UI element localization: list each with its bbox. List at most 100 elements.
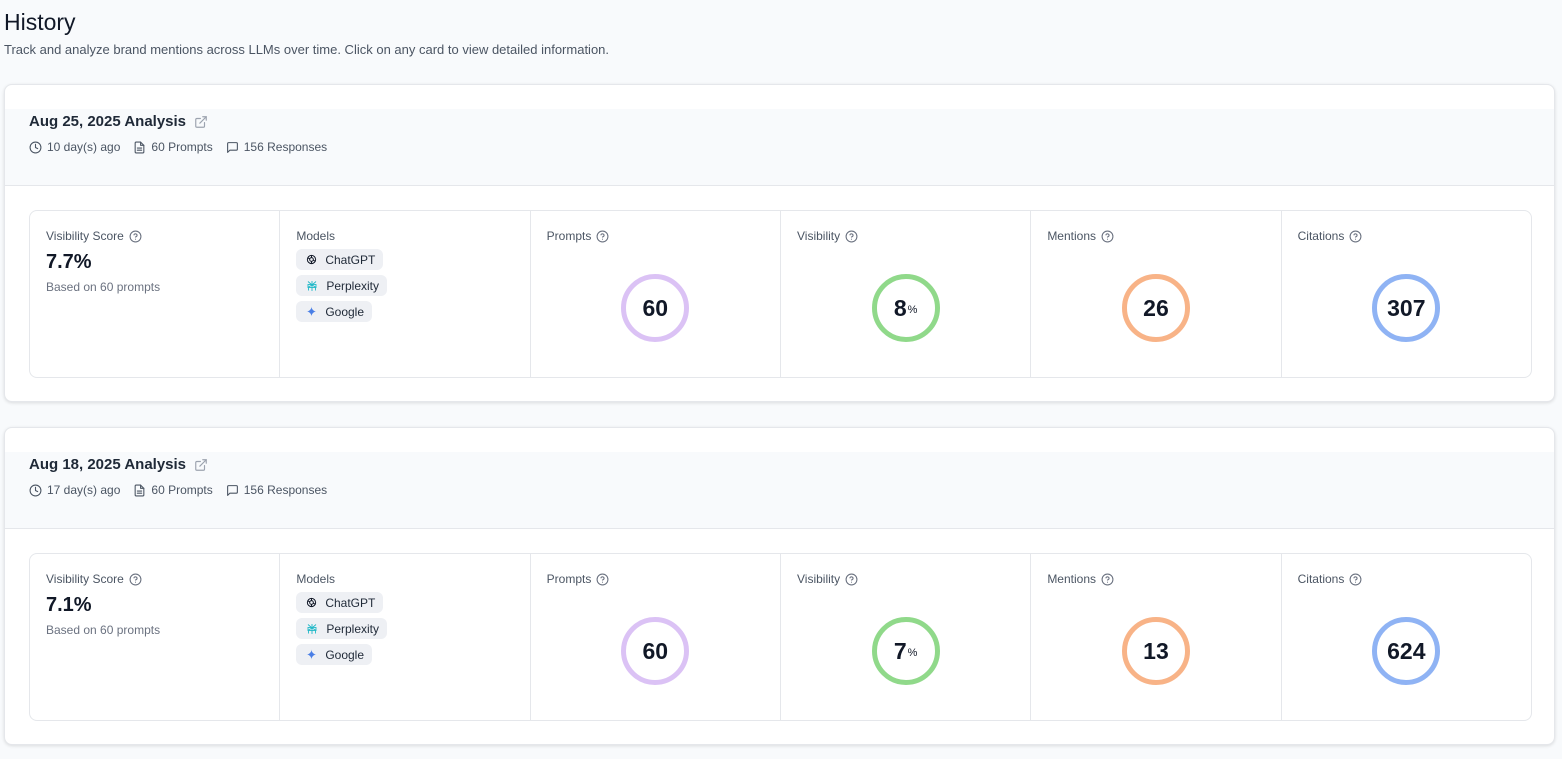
responses-meta-text: 156 Responses [243, 483, 328, 497]
citations-ring: 624 [1372, 617, 1441, 685]
visibility-label: Visibility [796, 572, 841, 586]
mentions-ring: 26 [1121, 274, 1190, 342]
visibility-cell: Visibility 8% [781, 211, 1032, 377]
citations-label: Citations [1297, 229, 1345, 243]
responses-meta: 156 Responses [226, 483, 327, 497]
model-chip-perplexity: Perplexity [296, 618, 388, 639]
citations-value: 307 [1387, 294, 1426, 321]
mentions-label: Mentions [1047, 229, 1097, 243]
perplexity-icon [307, 280, 317, 291]
help-icon[interactable] [596, 573, 609, 586]
prompts-meta: 60 Prompts [133, 140, 213, 154]
age-text: 17 day(s) ago [47, 483, 121, 497]
clock-icon [29, 484, 42, 496]
page-title: History [4, 9, 76, 35]
models-list: ChatGPT Perplexity Google [296, 592, 388, 670]
prompts-cell: Prompts 60 [531, 554, 781, 720]
mentions-label: Mentions [1047, 572, 1097, 586]
card-meta: 10 day(s) ago 60 Prompts 156 Responses [29, 140, 340, 154]
help-icon[interactable] [1101, 573, 1114, 586]
models-cell: Models ChatGPT Perplexity Google [280, 554, 531, 720]
clock-icon [29, 141, 42, 153]
help-icon[interactable] [596, 230, 609, 243]
prompts-meta-text: 60 Prompts [151, 483, 213, 497]
card-meta: 17 day(s) ago 60 Prompts 156 Responses [29, 483, 340, 497]
model-name: Google [325, 304, 365, 319]
citations-cell: Citations 624 [1282, 554, 1531, 720]
models-label: Models [296, 229, 336, 243]
mentions-ring: 13 [1121, 617, 1190, 685]
help-icon[interactable] [129, 230, 142, 243]
visibility-score-label: Visibility Score [46, 229, 124, 243]
help-icon[interactable] [129, 573, 142, 586]
age-meta: 10 day(s) ago [29, 140, 120, 154]
model-chip-perplexity: Perplexity [296, 275, 388, 296]
model-name: Perplexity [326, 621, 380, 636]
perplexity-icon [307, 623, 317, 634]
model-name: ChatGPT [325, 252, 376, 267]
external-link-icon[interactable] [194, 458, 208, 472]
help-icon[interactable] [1349, 573, 1362, 586]
external-link-icon[interactable] [194, 115, 208, 129]
visibility-score-subtext: Based on 60 prompts [46, 280, 161, 294]
visibility-label: Visibility [796, 229, 841, 243]
age-text: 10 day(s) ago [47, 140, 121, 154]
citations-cell: Citations 307 [1282, 211, 1531, 377]
message-icon [226, 484, 238, 496]
prompts-value: 60 [642, 637, 669, 664]
message-icon [226, 141, 238, 153]
prompts-ring: 60 [621, 617, 690, 685]
analysis-card[interactable]: Aug 18, 2025 Analysis 17 day(s) ago 60 P… [4, 427, 1555, 745]
visibility-cell: Visibility 7% [781, 554, 1032, 720]
citations-value: 624 [1387, 637, 1426, 664]
help-icon[interactable] [1349, 230, 1362, 243]
prompts-label: Prompts [546, 229, 592, 243]
visibility-score-value: 7.1% [46, 594, 92, 616]
mentions-value: 13 [1143, 637, 1169, 664]
gemini-icon [306, 649, 317, 660]
visibility-ring: 8% [871, 274, 940, 342]
visibility-value: 8 [893, 294, 907, 321]
card-title: Aug 25, 2025 Analysis [29, 113, 187, 130]
prompts-label: Prompts [546, 572, 592, 586]
mentions-value: 26 [1143, 294, 1169, 321]
chatgpt-icon [307, 597, 317, 608]
responses-meta-text: 156 Responses [243, 140, 328, 154]
gemini-icon [306, 306, 317, 317]
chatgpt-icon [307, 254, 317, 265]
card-header: Aug 25, 2025 Analysis 10 day(s) ago 60 P… [5, 109, 1554, 186]
model-name: ChatGPT [325, 595, 376, 610]
model-chip-google: Google [296, 644, 373, 665]
model-name: Google [325, 647, 365, 662]
visibility-score-subtext: Based on 60 prompts [46, 623, 161, 637]
help-icon[interactable] [845, 230, 858, 243]
models-list: ChatGPT Perplexity Google [296, 249, 388, 327]
stats-grid: Visibility Score 7.7% Based on 60 prompt… [29, 210, 1532, 378]
visibility-score-cell: Visibility Score 7.7% Based on 60 prompt… [30, 211, 281, 377]
help-icon[interactable] [1101, 230, 1114, 243]
models-label: Models [296, 572, 336, 586]
analysis-card[interactable]: Aug 25, 2025 Analysis 10 day(s) ago 60 P… [4, 84, 1555, 402]
model-name: Perplexity [326, 278, 380, 293]
citations-label: Citations [1297, 572, 1345, 586]
mentions-cell: Mentions 13 [1031, 554, 1282, 720]
page-header: History Track and analyze brand mentions… [4, 8, 609, 58]
help-icon[interactable] [845, 573, 858, 586]
age-meta: 17 day(s) ago [29, 483, 120, 497]
model-chip-chatgpt: ChatGPT [296, 249, 384, 270]
visibility-ring: 7% [871, 617, 940, 685]
document-icon [135, 484, 145, 496]
document-icon [135, 141, 145, 153]
card-title: Aug 18, 2025 Analysis [29, 456, 187, 473]
visibility-score-label: Visibility Score [46, 572, 124, 586]
mentions-cell: Mentions 26 [1031, 211, 1282, 377]
prompts-meta-text: 60 Prompts [151, 140, 213, 154]
card-header: Aug 18, 2025 Analysis 17 day(s) ago 60 P… [5, 452, 1554, 529]
visibility-score-value: 7.7% [46, 251, 92, 273]
visibility-value: 7 [893, 637, 907, 664]
page-subtitle: Track and analyze brand mentions across … [4, 42, 610, 57]
visibility-score-cell: Visibility Score 7.1% Based on 60 prompt… [30, 554, 281, 720]
models-cell: Models ChatGPT Perplexity Google [280, 211, 531, 377]
prompts-meta: 60 Prompts [133, 483, 213, 497]
stats-grid: Visibility Score 7.1% Based on 60 prompt… [29, 553, 1532, 721]
